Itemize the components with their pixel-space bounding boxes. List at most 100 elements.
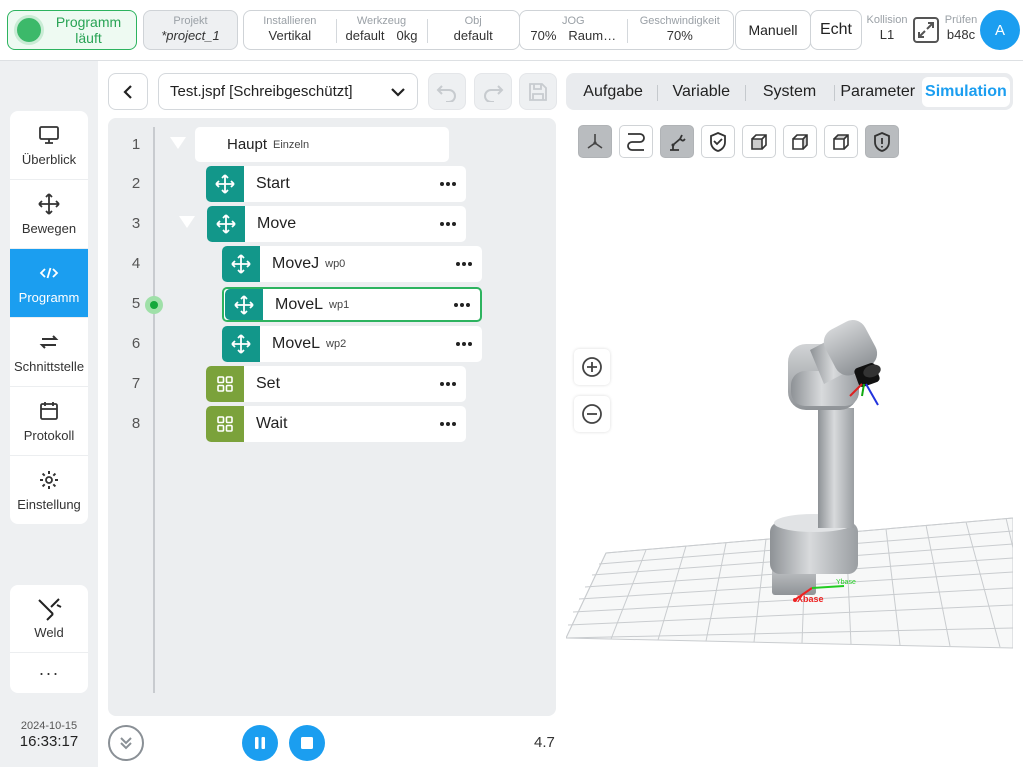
- file-select[interactable]: Test.jspf [Schreibgeschützt]: [158, 73, 418, 110]
- nav-more-button[interactable]: ···: [10, 653, 88, 693]
- line-number: 8: [131, 415, 141, 432]
- check-indicator[interactable]: Prüfen b48c: [940, 14, 982, 42]
- more-icon[interactable]: [455, 336, 473, 352]
- install-value: Vertikal: [268, 28, 312, 43]
- tree-connector: [153, 127, 155, 693]
- chevron-left-icon: [123, 84, 132, 99]
- tree-node-movel-wp1[interactable]: MoveL wp1: [222, 287, 482, 322]
- version-text: 4.7: [534, 734, 555, 751]
- zoom-in-button[interactable]: [574, 349, 610, 385]
- project-label: Projekt: [173, 15, 208, 27]
- tool-cell[interactable]: Werkzeug default 0kg: [335, 11, 428, 49]
- more-icon[interactable]: [439, 376, 457, 392]
- gear-icon: [40, 471, 58, 489]
- zoom-out-button[interactable]: [574, 396, 610, 432]
- tree-node-set[interactable]: Set: [206, 366, 466, 402]
- collapse-toggle[interactable]: [179, 216, 195, 228]
- base-y-axis-label: Ybase: [836, 579, 856, 586]
- user-avatar[interactable]: A: [980, 10, 1020, 50]
- tab-variable[interactable]: Variable: [657, 77, 745, 107]
- speed-cell[interactable]: Geschwindigkeit 70%: [626, 11, 734, 49]
- view-side-button[interactable]: [783, 125, 817, 158]
- collapse-toggle[interactable]: [170, 137, 186, 149]
- node-name: Wait: [256, 415, 288, 432]
- collision-indicator[interactable]: Kollision L1: [862, 14, 912, 42]
- cube-side-icon: [792, 133, 808, 150]
- save-button[interactable]: [519, 73, 557, 110]
- nav-item-label: Programm: [18, 289, 80, 305]
- more-icon[interactable]: [453, 297, 471, 313]
- view-top-button[interactable]: [824, 125, 858, 158]
- obj-cell[interactable]: Obj default: [427, 11, 519, 49]
- expand-icon[interactable]: [912, 16, 940, 44]
- nav-item-weld[interactable]: Weld: [10, 585, 88, 653]
- obj-label: Obj: [464, 15, 482, 27]
- tab-parameter[interactable]: Parameter: [833, 77, 922, 107]
- nav-item-move[interactable]: Bewegen: [10, 180, 88, 249]
- redo-button[interactable]: [474, 73, 512, 110]
- expand-panel-button[interactable]: [108, 725, 144, 761]
- secondary-nav: Weld ···: [10, 585, 88, 693]
- robot-view-button[interactable]: [660, 125, 694, 158]
- install-cell[interactable]: Installieren Vertikal: [244, 11, 336, 49]
- tree-node-move[interactable]: Move: [207, 206, 466, 242]
- more-icon[interactable]: [439, 216, 457, 232]
- nav-item-label: Bewegen: [21, 220, 77, 236]
- more-icon[interactable]: [455, 256, 473, 272]
- node-name: MoveL: [272, 335, 321, 352]
- calendar-icon: [40, 401, 58, 420]
- view-front-button[interactable]: [742, 125, 776, 158]
- axes-view-button[interactable]: [578, 125, 612, 158]
- safety-info-button[interactable]: [865, 125, 899, 158]
- tab-simulation[interactable]: Simulation: [921, 76, 1011, 107]
- datetime: 2024-10-15 16:33:17: [10, 720, 88, 750]
- nav-item-overview[interactable]: Überblick: [10, 111, 88, 180]
- tab-task[interactable]: Aufgabe: [569, 77, 657, 107]
- safety-view-button[interactable]: [701, 125, 735, 158]
- tree-node-wait[interactable]: Wait: [206, 406, 466, 442]
- tree-node-movej[interactable]: MoveJ wp0: [222, 246, 482, 282]
- tree-node-start[interactable]: Start: [206, 166, 466, 202]
- jog-percent: 70%: [530, 28, 557, 43]
- current-line-indicator: [145, 296, 163, 314]
- jog-cell[interactable]: JOG 70% Raum…: [520, 11, 627, 49]
- run-status-button[interactable]: Programm läuft: [7, 10, 137, 50]
- more-icon[interactable]: [439, 176, 457, 192]
- nav-item-settings[interactable]: Einstellung: [10, 456, 88, 524]
- node-name: Move: [257, 215, 297, 232]
- cube-top-icon: [833, 133, 849, 150]
- monitor-icon: [39, 125, 59, 144]
- path-view-button[interactable]: [619, 125, 653, 158]
- check-value: b48c: [946, 27, 976, 42]
- real-mode-button[interactable]: Echt: [810, 10, 862, 50]
- speed-value: 70%: [666, 28, 693, 43]
- back-button[interactable]: [108, 73, 148, 110]
- stop-icon: [301, 737, 313, 749]
- tree-node-movel-wp2[interactable]: MoveL wp2: [222, 326, 482, 362]
- node-name: Start: [256, 175, 290, 192]
- move-icon: [38, 192, 60, 215]
- more-icon[interactable]: [439, 416, 457, 432]
- line-number: 3: [131, 215, 141, 232]
- tab-system[interactable]: System: [745, 77, 833, 107]
- tool-name: default: [345, 28, 385, 43]
- nav-item-interface[interactable]: Schnittstelle: [10, 318, 88, 387]
- tool-label: Werkzeug: [356, 15, 407, 27]
- node-sub: Einzeln: [273, 138, 310, 151]
- path-icon: [627, 132, 645, 151]
- simulation-viewport[interactable]: Xbase Ybase: [566, 118, 1013, 767]
- stop-button[interactable]: [289, 725, 325, 761]
- node-name: Haupt: [227, 136, 268, 153]
- tree-node-main[interactable]: Haupt Einzeln: [195, 127, 449, 162]
- zoom-in-icon: [582, 357, 602, 377]
- install-tool-obj-group: Installieren Vertikal Werkzeug default 0k…: [243, 10, 520, 50]
- weld-icon: [38, 598, 62, 621]
- move-icon: [207, 206, 245, 242]
- nav-item-log[interactable]: Protokoll: [10, 387, 88, 456]
- save-icon: [529, 82, 547, 101]
- undo-button[interactable]: [428, 73, 466, 110]
- pause-button[interactable]: [242, 725, 278, 761]
- manual-mode-button[interactable]: Manuell: [735, 10, 811, 50]
- project-button[interactable]: Projekt *project_1: [143, 10, 238, 50]
- nav-item-program[interactable]: Programm: [10, 249, 88, 318]
